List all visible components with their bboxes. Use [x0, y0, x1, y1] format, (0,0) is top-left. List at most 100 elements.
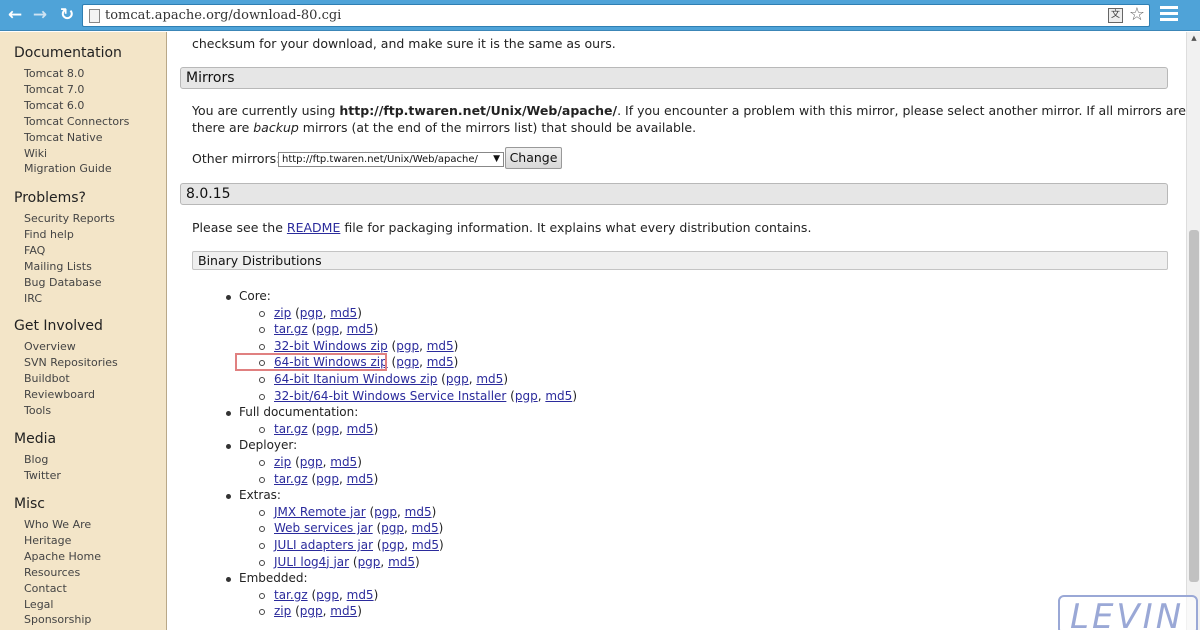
sidebar-link[interactable]: FAQ: [24, 244, 45, 257]
vertical-scrollbar[interactable]: ▲: [1186, 32, 1200, 630]
address-bar[interactable]: tomcat.apache.org/download-80.cgi 文 ☆: [82, 4, 1150, 27]
pgp-link[interactable]: pgp: [396, 339, 419, 353]
text-fragment: Please see the: [192, 220, 287, 235]
pgp-link[interactable]: pgp: [446, 372, 469, 386]
download-link[interactable]: 32-bit/64-bit Windows Service Installer: [274, 389, 506, 403]
sidebar-link[interactable]: Reviewboard: [24, 388, 95, 401]
pgp-link[interactable]: pgp: [316, 322, 339, 336]
download-link[interactable]: tar.gz: [274, 322, 308, 336]
sidebar-link[interactable]: Find help: [24, 228, 74, 241]
pgp-link[interactable]: pgp: [300, 306, 323, 320]
download-link[interactable]: zip: [274, 306, 291, 320]
download-link[interactable]: zip: [274, 604, 291, 618]
sidebar-section-title: Misc: [14, 496, 45, 512]
pgp-link[interactable]: pgp: [316, 588, 339, 602]
mirror-select[interactable]: http://ftp.twaren.net/Unix/Web/apache/ ▼: [278, 152, 504, 167]
menu-hamburger-icon[interactable]: [1160, 6, 1178, 24]
pgp-link[interactable]: pgp: [515, 389, 538, 403]
md5-link[interactable]: md5: [412, 538, 439, 552]
bullet-icon: [226, 494, 231, 500]
sidebar-link[interactable]: Tools: [24, 404, 51, 417]
sidebar-link[interactable]: Who We Are: [24, 518, 91, 531]
md5-link[interactable]: md5: [347, 472, 374, 486]
comma: ,: [404, 538, 413, 552]
sidebar-link[interactable]: Migration Guide: [24, 162, 112, 175]
pgp-link[interactable]: pgp: [300, 455, 323, 469]
download-link[interactable]: zip: [274, 455, 291, 469]
download-link[interactable]: 64-bit Itanium Windows zip: [274, 372, 437, 386]
sidebar-link[interactable]: Contact: [24, 582, 67, 595]
scroll-up-arrow-icon[interactable]: ▲: [1189, 34, 1199, 44]
md5-link[interactable]: md5: [427, 339, 454, 353]
url-text[interactable]: tomcat.apache.org/download-80.cgi: [105, 8, 341, 23]
bookmark-star-icon[interactable]: ☆: [1129, 5, 1145, 25]
download-link[interactable]: Web services jar: [274, 521, 373, 535]
download-link[interactable]: JULI log4j jar: [274, 555, 349, 569]
download-link[interactable]: 32-bit Windows zip: [274, 339, 388, 353]
change-mirror-button[interactable]: Change: [505, 147, 562, 169]
forward-arrow-icon[interactable]: →: [29, 5, 51, 25]
download-link[interactable]: tar.gz: [274, 588, 308, 602]
sidebar-link[interactable]: Tomcat 8.0: [24, 67, 84, 80]
sidebar-link[interactable]: Overview: [24, 340, 76, 353]
pgp-link[interactable]: pgp: [382, 538, 405, 552]
paren: ): [438, 521, 444, 536]
back-arrow-icon[interactable]: ←: [4, 5, 26, 25]
group-label: Full documentation:: [239, 405, 359, 420]
sidebar-link[interactable]: Heritage: [24, 534, 71, 547]
md5-link[interactable]: md5: [330, 306, 357, 320]
sidebar-link[interactable]: Wiki: [24, 147, 47, 160]
md5-link[interactable]: md5: [330, 455, 357, 469]
md5-link[interactable]: md5: [476, 372, 503, 386]
sidebar-link[interactable]: Tomcat Native: [24, 131, 103, 144]
pgp-link[interactable]: pgp: [381, 521, 404, 535]
md5-link[interactable]: md5: [347, 588, 374, 602]
sidebar-link[interactable]: Legal: [24, 598, 53, 611]
sidebar-link[interactable]: Apache Home: [24, 550, 101, 563]
sidebar-link[interactable]: Mailing Lists: [24, 260, 92, 273]
md5-link[interactable]: md5: [405, 505, 432, 519]
sidebar-link[interactable]: Bug Database: [24, 276, 101, 289]
pgp-link[interactable]: pgp: [316, 472, 339, 486]
sidebar-link[interactable]: Security Reports: [24, 212, 115, 225]
paren: (: [387, 338, 397, 353]
circle-bullet-icon: [259, 476, 265, 483]
md5-link[interactable]: md5: [347, 322, 374, 336]
comma: ,: [338, 471, 347, 486]
reload-icon[interactable]: ↻: [56, 5, 78, 25]
translate-icon[interactable]: 文: [1108, 8, 1123, 23]
pgp-link[interactable]: pgp: [374, 505, 397, 519]
md5-link[interactable]: md5: [427, 355, 454, 369]
checksum-text: checksum for your download, and make sur…: [192, 36, 616, 51]
sidebar-link[interactable]: Twitter: [24, 469, 61, 482]
sidebar-link[interactable]: SVN Repositories: [24, 356, 118, 369]
download-link[interactable]: tar.gz: [274, 422, 308, 436]
download-link[interactable]: tar.gz: [274, 472, 308, 486]
md5-link[interactable]: md5: [412, 521, 439, 535]
download-link[interactable]: JULI adapters jar: [274, 538, 373, 552]
comma: ,: [338, 587, 347, 602]
pgp-link[interactable]: pgp: [300, 604, 323, 618]
pgp-link[interactable]: pgp: [396, 355, 419, 369]
sidebar-link[interactable]: Tomcat 6.0: [24, 99, 84, 112]
sidebar-link[interactable]: Sponsorship: [24, 613, 91, 626]
md5-link[interactable]: md5: [388, 555, 415, 569]
pgp-link[interactable]: pgp: [316, 422, 339, 436]
sidebar-link[interactable]: Blog: [24, 453, 48, 466]
download-item: tar.gz (pgp, md5): [274, 422, 378, 436]
comma: ,: [419, 338, 427, 353]
sidebar-link[interactable]: Tomcat 7.0: [24, 83, 84, 96]
scroll-thumb[interactable]: [1189, 230, 1199, 582]
sidebar-link[interactable]: Resources: [24, 566, 80, 579]
circle-bullet-icon: [259, 559, 265, 566]
md5-link[interactable]: md5: [545, 389, 572, 403]
readme-link[interactable]: README: [287, 220, 340, 235]
sidebar-link[interactable]: Buildbot: [24, 372, 70, 385]
md5-link[interactable]: md5: [330, 604, 357, 618]
download-link[interactable]: JMX Remote jar: [274, 505, 366, 519]
bullet-icon: [226, 411, 231, 417]
sidebar-link[interactable]: Tomcat Connectors: [24, 115, 129, 128]
pgp-link[interactable]: pgp: [358, 555, 381, 569]
sidebar-link[interactable]: IRC: [24, 292, 42, 305]
md5-link[interactable]: md5: [347, 422, 374, 436]
